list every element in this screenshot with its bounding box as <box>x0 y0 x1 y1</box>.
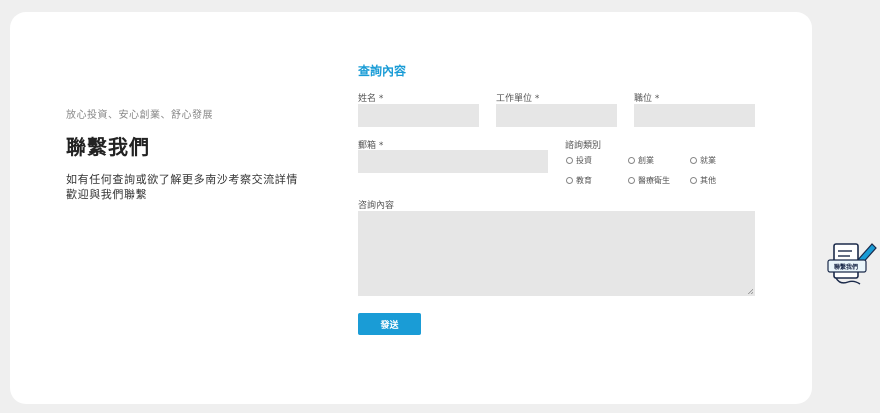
message-textarea[interactable] <box>358 211 755 296</box>
message-label: 咨詢內容 <box>358 201 395 211</box>
category-label: 諮詢類別 <box>565 141 602 151</box>
description-line-1: 如有任何查詢或欲了解更多南沙考察交流詳情 <box>66 173 298 186</box>
radio-circle-icon <box>690 157 697 164</box>
radio-label: 就業 <box>700 156 716 165</box>
description: 如有任何查詢或欲了解更多南沙考察交流詳情 歡迎與我們聯繫 <box>66 172 326 202</box>
contact-card: 放心投資、安心創業、舒心發展 聯繫我們 如有任何查詢或欲了解更多南沙考察交流詳情… <box>10 12 812 404</box>
contact-intro: 放心投資、安心創業、舒心發展 聯繫我們 如有任何查詢或欲了解更多南沙考察交流詳情… <box>66 106 326 202</box>
floating-contact-button[interactable]: 聯繫我們 <box>826 238 878 288</box>
position-label: 職位 * <box>634 94 660 104</box>
radio-circle-icon <box>628 157 635 164</box>
submit-button[interactable]: 發送 <box>358 313 421 335</box>
radio-circle-icon <box>566 177 573 184</box>
radio-label: 教育 <box>576 176 592 185</box>
org-label: 工作單位 * <box>496 94 540 104</box>
radio-other[interactable]: 其他 <box>690 175 716 186</box>
radio-label: 其他 <box>700 176 716 185</box>
tagline: 放心投資、安心創業、舒心發展 <box>66 110 213 121</box>
form-title: 查詢內容 <box>358 64 407 78</box>
name-label: 姓名 * <box>358 94 384 104</box>
radio-education[interactable]: 教育 <box>566 175 592 186</box>
radio-label: 醫療衛生 <box>638 176 670 185</box>
org-field[interactable] <box>496 104 617 127</box>
name-field[interactable] <box>358 104 479 127</box>
description-line-2: 歡迎與我們聯繫 <box>66 188 148 201</box>
floating-contact-label: 聯繫我們 <box>833 264 858 271</box>
email-field[interactable] <box>358 150 548 173</box>
radio-circle-icon <box>566 157 573 164</box>
page-title: 聯繫我們 <box>66 135 150 159</box>
radio-startup[interactable]: 創業 <box>628 155 654 166</box>
radio-employment[interactable]: 就業 <box>690 155 716 166</box>
contact-form: 查詢內容 姓名 * 工作單位 * 職位 * 郵箱 * 諮詢類別 投資 創業 就業… <box>358 12 758 404</box>
radio-label: 創業 <box>638 156 654 165</box>
radio-healthcare[interactable]: 醫療衛生 <box>628 175 670 186</box>
position-field[interactable] <box>634 104 755 127</box>
radio-label: 投資 <box>576 156 592 165</box>
radio-investment[interactable]: 投資 <box>566 155 592 166</box>
radio-circle-icon <box>690 177 697 184</box>
resize-handle-icon[interactable] <box>747 288 753 294</box>
radio-circle-icon <box>628 177 635 184</box>
